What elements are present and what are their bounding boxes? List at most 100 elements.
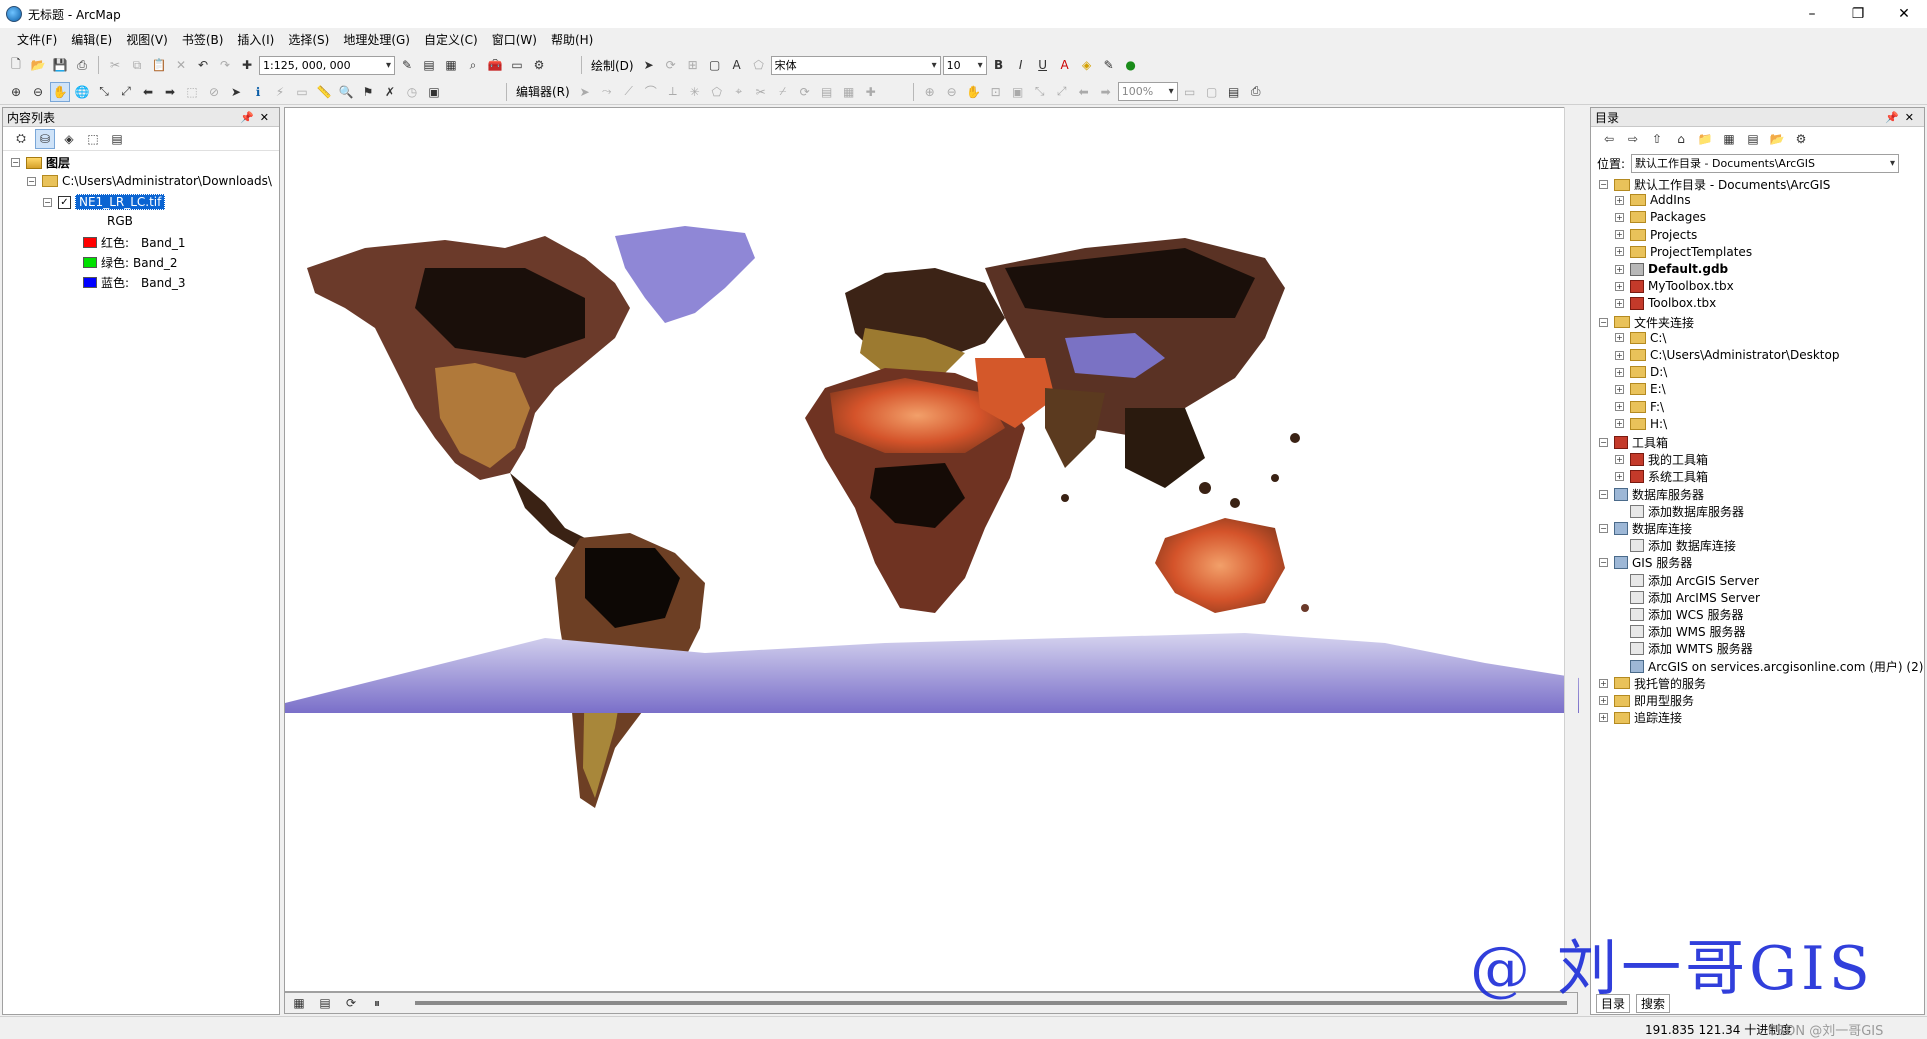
catalog-tree-item[interactable]: + 追踪连接 — [1599, 709, 1682, 726]
python-window-icon[interactable]: ▭ — [507, 55, 527, 75]
text-icon[interactable]: A — [727, 55, 747, 75]
toc-band-green[interactable]: 绿色: Band_2 — [83, 254, 178, 271]
fixed-zoom-in-layout-icon[interactable]: ⤡ — [1030, 82, 1050, 102]
rotate-edit-icon[interactable]: ⟳ — [795, 82, 815, 102]
catalog-tree-item[interactable]: + F:\ — [1615, 400, 1664, 414]
catalog-tree-item[interactable]: − 文件夹连接 — [1599, 314, 1694, 331]
font-color-icon[interactable]: A — [1055, 55, 1075, 75]
catalog-tree-item[interactable]: + C:\Users\Administrator\Desktop — [1615, 348, 1839, 362]
line-color-icon[interactable]: ✎ — [1099, 55, 1119, 75]
forward-extent-icon[interactable]: ➡ — [160, 82, 180, 102]
toc-layers-root[interactable]: − 图层 — [11, 154, 70, 171]
red-swatch[interactable] — [83, 237, 97, 248]
catalog-tree-item[interactable]: − 数据库服务器 — [1599, 486, 1704, 503]
catalog-tree-item[interactable]: + 我的工具箱 — [1615, 451, 1708, 468]
expand-icon[interactable]: + — [1615, 350, 1624, 360]
expand-icon[interactable]: + — [1615, 212, 1624, 222]
arctoolbox-icon[interactable]: 🧰 — [485, 55, 505, 75]
world-raster-map[interactable] — [285, 108, 1579, 993]
views-icon[interactable]: ▤ — [1743, 129, 1763, 149]
clear-selection-icon[interactable]: ⊘ — [204, 82, 224, 102]
catalog-tree-item[interactable]: + E:\ — [1615, 382, 1666, 396]
rotate-icon[interactable]: ⟳ — [661, 55, 681, 75]
map-scale-combo[interactable]: 1:125, 000, 000 — [259, 55, 395, 75]
menu-bookmarks[interactable]: 书签(B) — [175, 31, 231, 48]
select-features-icon[interactable]: ⬚ — [182, 82, 202, 102]
font-name-combo[interactable]: 宋体 — [770, 55, 941, 75]
collapse-icon[interactable]: − — [1599, 524, 1608, 533]
catalog-tree-item[interactable]: + 系统工具箱 — [1615, 468, 1708, 485]
expand-icon[interactable]: + — [1615, 230, 1624, 240]
cut-polygons-icon[interactable]: ✂ — [751, 82, 771, 102]
blue-swatch[interactable] — [83, 277, 97, 288]
catalog-tree-item[interactable]: + 即用型服务 — [1599, 692, 1694, 709]
toggle-contents-icon[interactable]: ▦ — [1719, 129, 1739, 149]
zoom-out-icon[interactable]: ⊖ — [28, 82, 48, 102]
collapse-icon[interactable]: − — [1599, 489, 1608, 499]
rectangle-icon[interactable]: ▢ — [705, 55, 725, 75]
bold-icon[interactable]: B — [989, 55, 1009, 75]
list-by-drawing-order-icon[interactable]: ⛭ — [11, 129, 31, 149]
toc-band-red[interactable]: 红色: Band_1 — [83, 234, 186, 251]
menu-help[interactable]: 帮助(H) — [544, 31, 600, 48]
find-route-icon[interactable]: ⚑ — [358, 82, 378, 102]
editor-toolbar-icon[interactable]: ✎ — [397, 55, 417, 75]
catalog-tree-item[interactable]: + C:\ — [1615, 331, 1666, 345]
back-layout-icon[interactable]: ⬅ — [1074, 82, 1094, 102]
time-slider-icon[interactable]: ◷ — [402, 82, 422, 102]
expand-icon[interactable]: + — [1615, 367, 1624, 377]
fixed-zoom-out-layout-icon[interactable]: ⤢ — [1052, 82, 1072, 102]
edit-vertices-icon[interactable]: ⬠ — [749, 55, 769, 75]
catalog-tree-item[interactable]: − 默认工作目录 - Documents\ArcGIS — [1599, 176, 1830, 193]
delete-icon[interactable]: ✕ — [171, 55, 191, 75]
catalog-tree-item[interactable]: + MyToolbox.tbx — [1615, 279, 1734, 293]
table-of-contents-icon[interactable]: ▤ — [419, 55, 439, 75]
attributes-icon[interactable]: ▤ — [817, 82, 837, 102]
pause-drawing-icon[interactable]: ⏸ — [367, 993, 387, 1013]
collapse-icon[interactable]: − — [1599, 558, 1608, 568]
launch-arccatalog-icon[interactable]: 📂 — [1767, 129, 1787, 149]
green-swatch[interactable] — [83, 257, 97, 268]
catalog-tree-item[interactable]: 添加 WCS 服务器 — [1615, 606, 1744, 623]
zoom-in-icon[interactable]: ⊕ — [6, 82, 26, 102]
draw-menu[interactable]: 绘制(D) — [588, 57, 637, 74]
fill-color-icon[interactable]: ◈ — [1077, 55, 1097, 75]
expand-icon[interactable]: + — [1615, 402, 1624, 412]
redo-icon[interactable]: ↷ — [215, 55, 235, 75]
catalog-tree-item[interactable]: − GIS 服务器 — [1599, 554, 1692, 571]
select-elements-icon[interactable]: ➤ — [639, 55, 659, 75]
fixed-zoom-out-icon[interactable]: ⤢ — [116, 82, 136, 102]
list-by-visibility-icon[interactable]: ◈ — [59, 129, 79, 149]
expand-icon[interactable]: + — [1599, 713, 1608, 723]
menu-selection[interactable]: 选择(S) — [281, 31, 336, 48]
straight-segment-icon[interactable]: ⟋ — [619, 82, 639, 102]
layout-zoom-in-icon[interactable]: ⊕ — [920, 82, 940, 102]
data-driven-pages-icon[interactable]: ⎙ — [1246, 82, 1266, 102]
catalog-tree-item[interactable]: + Toolbox.tbx — [1615, 296, 1716, 310]
menu-file[interactable]: 文件(F) — [10, 31, 64, 48]
maximize-button[interactable]: ❐ — [1835, 0, 1881, 28]
html-popup-icon[interactable]: ▭ — [292, 82, 312, 102]
search-window-icon[interactable]: ⌕ — [463, 55, 483, 75]
print-icon[interactable]: ⎙ — [72, 55, 92, 75]
menu-insert[interactable]: 插入(I) — [230, 31, 281, 48]
collapse-icon[interactable]: − — [1599, 180, 1608, 189]
sketch-properties-icon[interactable]: ▦ — [839, 82, 859, 102]
zoom-whole-page-icon[interactable]: ⊡ — [986, 82, 1006, 102]
catalog-tree-item[interactable]: + H:\ — [1615, 417, 1667, 431]
pan-icon[interactable]: ✋ — [50, 81, 70, 102]
catalog-window-icon[interactable]: ▦ — [441, 55, 461, 75]
editor-menu[interactable]: 编辑器(R) — [513, 83, 573, 100]
catalog-tree-item[interactable]: 添加 ArcIMS Server — [1615, 589, 1760, 606]
minimize-button[interactable]: – — [1789, 0, 1835, 28]
back-icon[interactable]: ⇦ — [1599, 129, 1619, 149]
new-document-icon[interactable]: 🗋 — [6, 55, 26, 75]
menu-customize[interactable]: 自定义(C) — [417, 31, 485, 48]
catalog-tree-item[interactable]: + D:\ — [1615, 365, 1667, 379]
split-icon[interactable]: ⌿ — [773, 82, 793, 102]
list-by-selection-icon[interactable]: ⬚ — [83, 129, 103, 149]
expand-icon[interactable]: + — [1615, 195, 1624, 205]
underline-icon[interactable]: U — [1033, 55, 1053, 75]
layer-name-label[interactable]: NE1_LR_LC.tif — [75, 194, 166, 210]
catalog-tree-item[interactable]: + AddIns — [1615, 193, 1691, 207]
